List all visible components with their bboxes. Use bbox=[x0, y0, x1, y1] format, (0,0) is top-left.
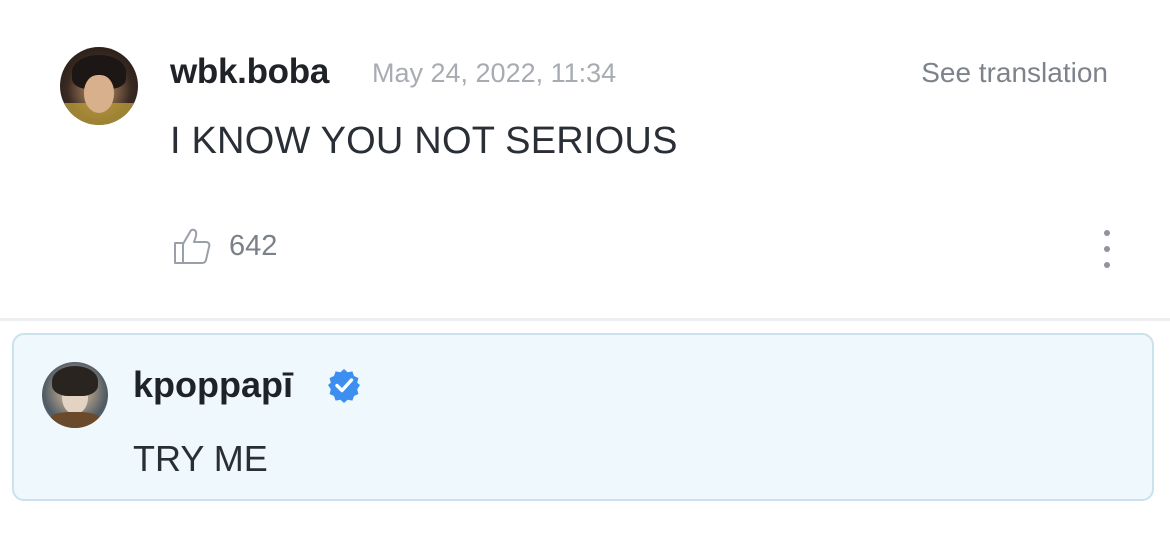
divider bbox=[0, 318, 1170, 321]
more-options-button[interactable] bbox=[1096, 230, 1118, 268]
avatar[interactable] bbox=[60, 47, 138, 125]
avatar-face bbox=[84, 75, 114, 113]
comment-username[interactable]: wbk.boba bbox=[170, 52, 329, 92]
thumbs-up-icon bbox=[174, 228, 211, 264]
like-button[interactable]: 642 bbox=[172, 226, 277, 266]
more-vertical-icon bbox=[1104, 230, 1110, 236]
avatar-shirt bbox=[50, 412, 100, 428]
reply-username[interactable]: kpoppapī bbox=[133, 364, 293, 406]
comment-text: I KNOW YOU NOT SERIOUS bbox=[170, 120, 678, 162]
comment-card: wbk.boba May 24, 2022, 11:34 See transla… bbox=[0, 0, 1170, 318]
reply-text: TRY ME bbox=[133, 438, 268, 479]
avatar-hair bbox=[52, 366, 98, 396]
see-translation-link[interactable]: See translation bbox=[921, 57, 1108, 89]
reply-avatar[interactable] bbox=[42, 362, 108, 428]
verified-badge-icon bbox=[328, 369, 360, 403]
comment-timestamp: May 24, 2022, 11:34 bbox=[372, 58, 617, 88]
like-count: 642 bbox=[229, 229, 278, 262]
